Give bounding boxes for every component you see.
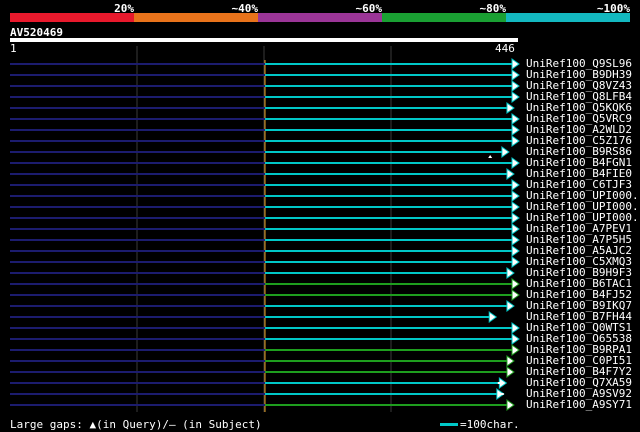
hit-arrow-icon bbox=[506, 355, 515, 367]
hit-arrow-icon bbox=[511, 256, 520, 268]
footer-gap-legend: Large gaps: ▲(in Query)/– (in Subject) bbox=[10, 418, 262, 431]
hit-arrow-icon bbox=[506, 366, 515, 378]
hit-arrow-icon bbox=[511, 113, 520, 125]
hit-arrow-icon bbox=[488, 311, 498, 323]
scale-key-bar bbox=[440, 423, 458, 426]
hit-arrow-icon bbox=[511, 190, 520, 202]
hit-arrow-icon bbox=[511, 80, 520, 92]
hit-arrow-icon bbox=[511, 278, 520, 290]
hit-arrow-icon bbox=[511, 333, 520, 345]
hit-arrow-icon bbox=[511, 212, 520, 224]
hit-arrow-icon bbox=[501, 146, 510, 158]
hit-arrow-icon bbox=[511, 157, 520, 169]
hit-arrow-icon bbox=[511, 124, 520, 136]
hit-arrow-icon bbox=[511, 234, 520, 246]
hit-arrow-icon bbox=[511, 223, 520, 235]
hit-arrow-icon bbox=[511, 322, 520, 334]
hit-arrow-icon bbox=[506, 168, 515, 180]
hit-arrow-icon bbox=[511, 289, 520, 301]
hit-arrow-icon bbox=[506, 300, 515, 312]
hit-arrow-icon bbox=[511, 179, 520, 191]
hit-arrow-icon bbox=[506, 399, 515, 411]
scale-key-label: =100char. bbox=[460, 418, 520, 431]
hit-arrow-icon bbox=[506, 267, 515, 279]
hit-arrow-icon bbox=[506, 102, 515, 114]
hit-arrow-icon bbox=[511, 58, 520, 70]
hit-arrow-icon bbox=[511, 201, 520, 213]
hit-arrow-icon bbox=[511, 245, 520, 257]
query-gap-icon bbox=[488, 155, 493, 158]
hit-label[interactable]: UniRef100_A9SY71 bbox=[526, 398, 632, 411]
hit-arrow-icon bbox=[511, 344, 520, 356]
hit-arrow-icon bbox=[511, 135, 520, 147]
hit-arrow-icon bbox=[511, 69, 520, 81]
hit-arrow-icon bbox=[511, 91, 520, 103]
